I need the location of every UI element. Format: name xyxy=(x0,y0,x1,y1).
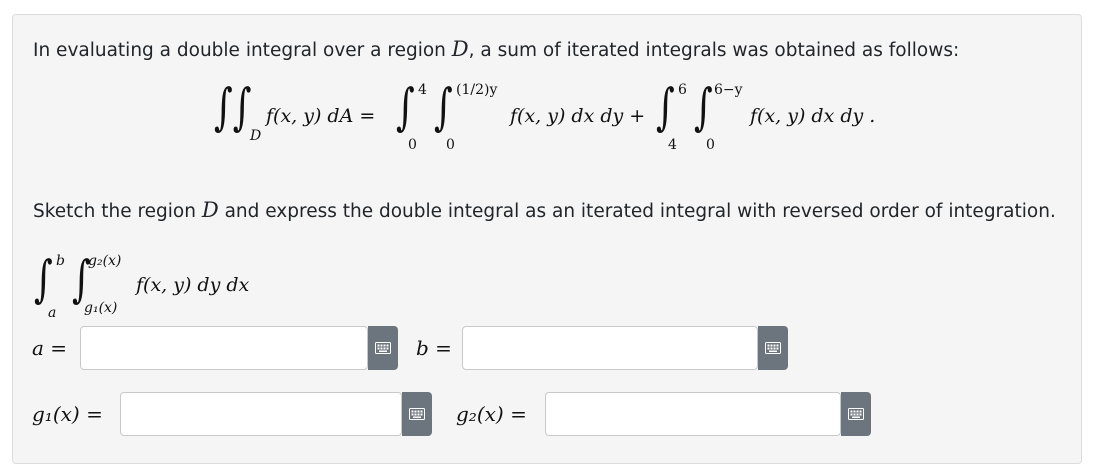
second-outer-lower: 4 xyxy=(668,137,677,153)
second-inner-upper: 6−y xyxy=(714,82,743,98)
second-outer-upper: 6 xyxy=(678,82,687,98)
b-label: b = xyxy=(416,336,452,360)
intro-region: D xyxy=(451,37,469,61)
integral-sign-3: ∫ xyxy=(656,78,675,136)
first-inner-lower: 0 xyxy=(446,137,455,153)
template-integrand: f(x, y) dy dx xyxy=(136,274,250,296)
intro-before: In evaluating a double integral over a r… xyxy=(33,40,452,61)
intro-text: In evaluating a double integral over a r… xyxy=(33,37,959,61)
template-inner-lower: g₁(x) xyxy=(84,300,118,316)
g1-label: g₁(x) = xyxy=(32,402,103,426)
lhs-integrand: f(x, y) dA = xyxy=(266,105,376,127)
first-outer-lower: 0 xyxy=(408,137,417,153)
a-keyboard-button[interactable] xyxy=(368,326,398,370)
keyboard-icon xyxy=(375,342,391,354)
template-integral-outer: ∫ xyxy=(34,250,53,308)
integral-sign-2: ∫ xyxy=(434,78,453,136)
template-outer-upper: b xyxy=(56,253,65,269)
template-outer-lower: a xyxy=(48,305,57,321)
g1-input[interactable] xyxy=(120,392,402,436)
keyboard-icon xyxy=(765,342,781,354)
g2-input[interactable] xyxy=(545,392,841,436)
g2-label: g₂(x) = xyxy=(456,402,527,426)
b-input[interactable] xyxy=(462,326,758,370)
task-after: and express the double integral as an it… xyxy=(218,201,1056,222)
lhs-subscript: D xyxy=(250,128,262,144)
double-integral-sign: ∫∫ xyxy=(214,78,252,136)
a-input[interactable] xyxy=(80,326,368,370)
a-label: a = xyxy=(32,336,68,360)
keyboard-icon xyxy=(848,408,864,420)
second-integrand: f(x, y) dx dy . xyxy=(750,105,876,127)
intro-after: , a sum of iterated integrals was obtain… xyxy=(468,40,960,61)
task-text: Sketch the region D and express the doub… xyxy=(33,198,1056,222)
integral-sign-4: ∫ xyxy=(694,78,713,136)
b-keyboard-button[interactable] xyxy=(758,326,788,370)
task-region: D xyxy=(201,198,219,222)
template-inner-upper: g₂(x) xyxy=(88,253,122,269)
keyboard-icon xyxy=(409,408,425,420)
first-integrand: f(x, y) dx dy + xyxy=(510,105,646,127)
task-before: Sketch the region xyxy=(33,201,202,222)
first-outer-upper: 4 xyxy=(418,82,427,98)
second-inner-lower: 0 xyxy=(706,137,715,153)
g1-keyboard-button[interactable] xyxy=(402,392,432,436)
g2-keyboard-button[interactable] xyxy=(841,392,871,436)
integral-sign-1: ∫ xyxy=(396,78,415,136)
first-inner-upper: (1/2)y xyxy=(456,82,498,98)
